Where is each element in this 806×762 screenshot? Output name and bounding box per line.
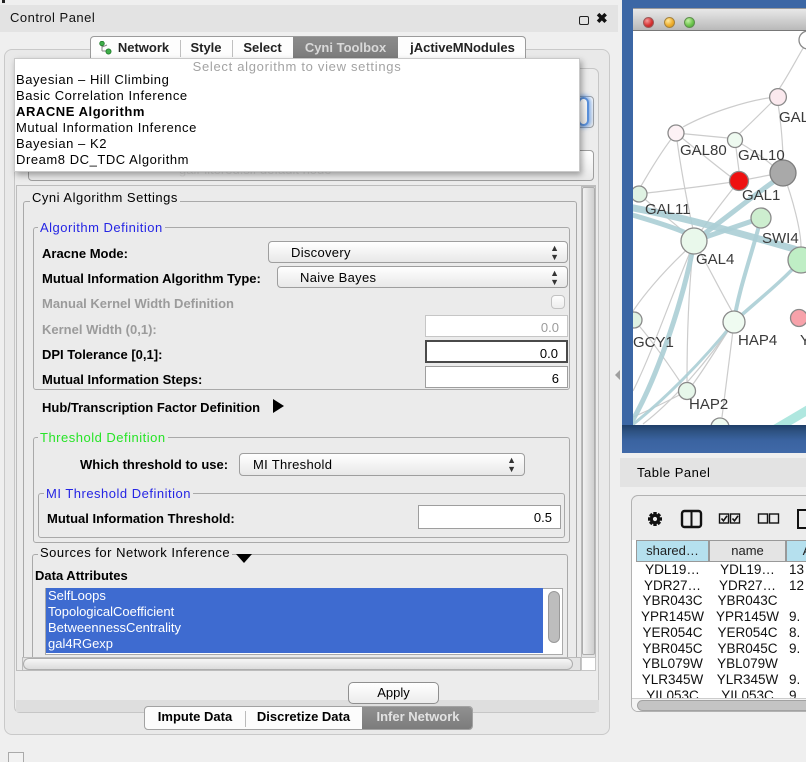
svg-text:HAP4: HAP4: [738, 332, 777, 349]
svg-text:GAL7: GAL7: [779, 109, 806, 126]
svg-text:GCY1: GCY1: [633, 334, 674, 351]
svg-text:Y: Y: [800, 332, 806, 349]
svg-text:GAL4: GAL4: [696, 251, 734, 268]
svg-text:GAL80: GAL80: [680, 142, 727, 159]
svg-text:SWI4: SWI4: [762, 230, 799, 247]
svg-text:HAP2: HAP2: [689, 396, 728, 413]
svg-text:GAL1: GAL1: [742, 187, 780, 204]
svg-text:GAL11: GAL11: [645, 201, 691, 218]
svg-text:GAL10: GAL10: [738, 147, 785, 164]
